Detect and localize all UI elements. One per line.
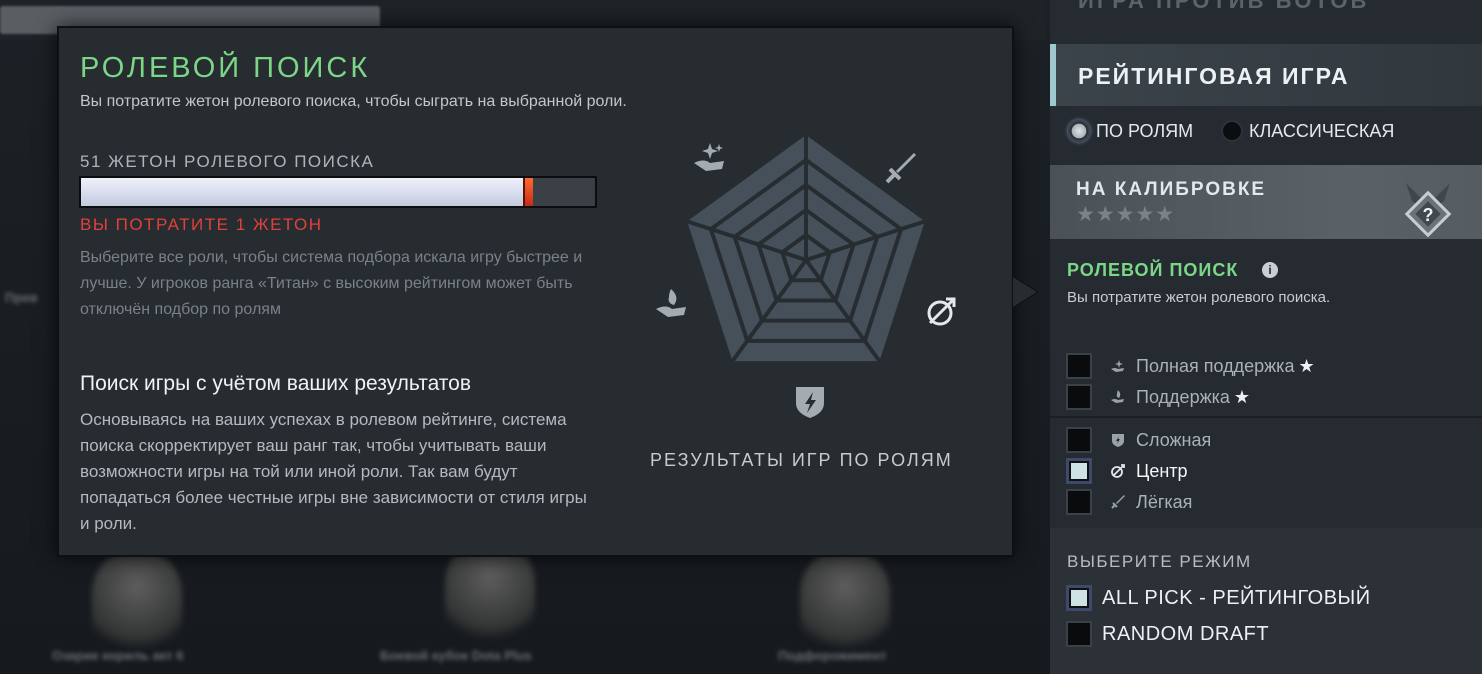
blurred-side-text: Прев <box>5 290 38 305</box>
blurred-card-title: Боевой кубок Dota Plus <box>380 648 532 663</box>
divider <box>1050 416 1482 418</box>
section-body: Основываясь на ваших успехах в ролевом р… <box>80 410 587 533</box>
role-label: Полная поддержка <box>1136 355 1295 376</box>
calibration-title: НА КАЛИБРОВКЕ <box>1076 179 1267 200</box>
mode-row-random-draft[interactable]: RANDOM DRAFT <box>1066 621 1269 647</box>
hand-flame-icon <box>1110 389 1126 405</box>
role-search-desc: Вы потратите жетон ролевого поиска. <box>1067 289 1331 306</box>
bots-menu-item[interactable]: ИГРА ПРОТИВ БОТОВ <box>1078 0 1369 14</box>
spend-warning: ВЫ ПОТРАТИТЕ 1 ЖЕТОН <box>80 215 323 234</box>
role-search-title: РОЛЕВОЙ ПОИСК <box>1067 260 1239 280</box>
rank-badge-icon: ? <box>1404 183 1452 238</box>
role-results-radar-chart <box>656 135 956 418</box>
role-checkbox[interactable] <box>1066 489 1092 515</box>
tokens-label: 51 ЖЕТОН РОЛЕВОГО ПОИСКА <box>80 152 375 171</box>
shield-bolt-icon <box>1110 432 1126 448</box>
mode-row-all-pick[interactable]: ALL PICK - РЕЙТИНГОВЫЙ <box>1066 585 1371 611</box>
radar-grid <box>686 135 926 363</box>
mode-title: ВЫБЕРИТЕ РЕЖИМ <box>1067 552 1252 571</box>
role-row-hard-support[interactable]: Полная поддержка ★ <box>1066 353 1315 379</box>
bow-target-icon <box>927 297 956 326</box>
chart-label: РЕЗУЛЬТАТЫ ИГР ПО РОЛЯМ <box>650 450 953 470</box>
role-row-offlane[interactable]: Сложная <box>1066 427 1211 453</box>
hand-sparkles-icon <box>694 143 724 171</box>
star-icon: ★ <box>1233 386 1251 407</box>
role-label: Сложная <box>1136 429 1212 450</box>
selection-accent <box>1050 44 1056 106</box>
bow-target-icon <box>1110 463 1126 479</box>
tokens-cost-marker <box>523 178 534 206</box>
mode-checkbox[interactable] <box>1066 621 1092 647</box>
sword-icon <box>1110 494 1126 510</box>
tokens-bar-fill <box>81 178 524 206</box>
hand-sparkles-icon <box>1110 358 1126 374</box>
role-label: Центр <box>1136 460 1188 481</box>
shield-bolt-icon <box>796 387 824 418</box>
role-label: Лёгкая <box>1136 491 1193 512</box>
role-label: Поддержка <box>1136 386 1230 407</box>
role-checkbox-checked[interactable] <box>1066 458 1092 484</box>
radio-by-roles[interactable]: ПО РОЛЯМ <box>1068 118 1193 144</box>
mode-label: RANDOM DRAFT <box>1102 622 1270 645</box>
star-icon: ★ <box>1298 355 1315 376</box>
blurred-card-title: Подфорожимент <box>778 648 887 663</box>
radio-dot-selected[interactable] <box>1068 120 1090 142</box>
ranked-header[interactable]: РЕЙТИНГОВАЯ ИГРА <box>1050 44 1482 106</box>
radio-classic-label: КЛАССИЧЕСКАЯ <box>1249 120 1395 141</box>
role-checkbox[interactable] <box>1066 384 1092 410</box>
trophy-icon <box>92 548 182 658</box>
mode-checkbox-checked[interactable] <box>1066 585 1092 611</box>
calibration-stars: ★★★★★ <box>1076 203 1176 226</box>
hand-flame-icon <box>656 289 686 317</box>
role-row-mid[interactable]: Центр <box>1066 458 1188 484</box>
info-icon[interactable]: i <box>1262 262 1278 278</box>
radio-classic[interactable]: КЛАССИЧЕСКАЯ <box>1221 118 1394 144</box>
tooltip-arrow <box>1013 277 1037 307</box>
calibration-card: НА КАЛИБРОВКЕ ★★★★★ ? <box>1050 165 1482 239</box>
tooltip-hint: Выберите все роли, чтобы система подбора… <box>80 249 583 318</box>
radio-dot[interactable] <box>1221 120 1243 142</box>
tooltip-subtitle: Вы потратите жетон ролевого поиска, чтоб… <box>80 93 627 110</box>
rank-badge-text: ? <box>1423 205 1434 225</box>
role-row-soft-support[interactable]: Поддержка ★ <box>1066 384 1250 410</box>
tokens-progress-bar <box>79 176 597 208</box>
role-checkbox[interactable] <box>1066 427 1092 453</box>
ranked-title: РЕЙТИНГОВАЯ ИГРА <box>1078 63 1350 89</box>
section-title: Поиск игры с учётом ваших результатов <box>80 372 472 395</box>
mode-label: ALL PICK - РЕЙТИНГОВЫЙ <box>1102 586 1371 609</box>
role-row-safe-lane[interactable]: Лёгкая <box>1066 489 1192 515</box>
blurred-card-title: Озарие кориль акт 6 <box>52 648 184 663</box>
trophy-icon <box>800 548 890 658</box>
sword-icon <box>885 153 916 184</box>
radio-by-roles-label: ПО РОЛЯМ <box>1096 120 1194 141</box>
role-checkbox[interactable] <box>1066 353 1092 379</box>
tooltip-title: РОЛЕВОЙ ПОИСК <box>80 52 371 84</box>
